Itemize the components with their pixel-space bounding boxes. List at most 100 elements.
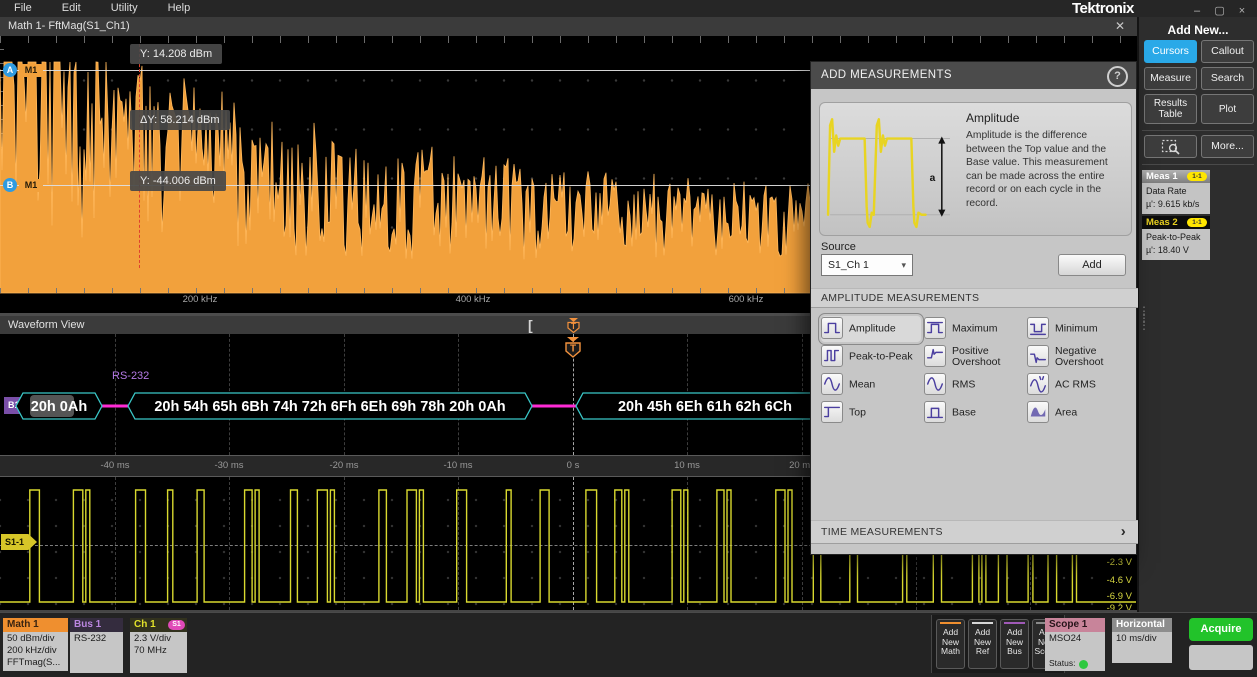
add-new-ref-button[interactable]: AddNewRef: [968, 619, 997, 669]
scope1-badge[interactable]: Scope 1 MSO24 Status:: [1045, 618, 1105, 671]
cursor-a-badge[interactable]: A: [3, 63, 17, 77]
time-tick-label: 0 s: [567, 460, 580, 471]
measurement-peak-to-peak[interactable]: Peak-to-Peak: [821, 344, 921, 370]
bus1-type: RS-232: [74, 633, 123, 645]
measurement-ac-rms[interactable]: AC RMS: [1027, 372, 1127, 398]
measurement-amplitude[interactable]: Amplitude: [821, 316, 921, 342]
ch1-scale: 2.3 V/div: [134, 633, 187, 645]
time-tick-label: -20 ms: [329, 460, 358, 471]
menu-file[interactable]: File: [14, 0, 32, 17]
sidebar-button-plot[interactable]: Plot: [1201, 94, 1254, 124]
sine-icon: [821, 373, 843, 395]
measurement-label: AC RMS: [1055, 380, 1096, 391]
meas2-type: Peak-to-Peak: [1146, 231, 1210, 244]
meas1-type: Data Rate: [1146, 185, 1210, 198]
area-icon: [1027, 401, 1049, 423]
measurement-label: Negative Overshoot: [1055, 346, 1127, 368]
dialog-title[interactable]: ADD MEASUREMENTS: [811, 62, 1136, 89]
ch1-badge[interactable]: Ch 1 S1 2.3 V/div 70 MHz: [130, 618, 187, 673]
measurement-maximum[interactable]: Maximum: [924, 316, 1024, 342]
zoom-bracket-left: [: [528, 316, 533, 334]
math1-badge[interactable]: Math 1 50 dBm/div 200 kHz/div FFTmag(S..…: [3, 618, 68, 671]
panel-drag-handle[interactable]: ⋮⋮⋮: [1138, 308, 1150, 329]
bus-packet-1: 20h 0Ah: [31, 399, 87, 415]
meas2-source-pill: 1-1: [1187, 218, 1207, 227]
acquire-button[interactable]: Acquire: [1189, 618, 1253, 641]
voltage-label: -4.6 V: [1107, 575, 1132, 586]
measurement-label: Mean: [849, 380, 875, 391]
time-section-header[interactable]: TIME MEASUREMENTS ›: [811, 520, 1138, 544]
measurement-positive-overshoot[interactable]: Positive Overshoot: [924, 344, 1024, 370]
ch1-source-pill: S1: [168, 620, 185, 630]
meas2-badge[interactable]: Meas 2 1-1 Peak-to-Peak µ': 18.40 V: [1142, 216, 1210, 260]
measurement-label: Base: [952, 408, 976, 419]
add-measurements-dialog: ADD MEASUREMENTS ? a Amplitude Amplitude…: [810, 61, 1137, 555]
help-icon[interactable]: ?: [1107, 66, 1128, 87]
math-view-title: Math 1- FftMag(S1_Ch1): [8, 17, 1137, 36]
measurement-negative-overshoot[interactable]: Negative Overshoot: [1027, 344, 1127, 370]
scope1-name: Scope 1: [1045, 618, 1105, 632]
freq-tick-label: 400 kHz: [456, 294, 491, 305]
trigger-position-icon[interactable]: T: [565, 317, 582, 334]
horizontal-badge[interactable]: Horizontal 10 ms/div: [1112, 618, 1172, 663]
max-icon: [924, 317, 946, 339]
add-button[interactable]: Add: [1058, 254, 1126, 276]
add-new-bus-button[interactable]: AddNewBus: [1000, 619, 1029, 669]
sidebar-button-callout[interactable]: Callout: [1201, 40, 1254, 63]
bus-packet-2: 20h 54h 65h 6Bh 74h 72h 6Fh 6Eh 69h 78h …: [154, 399, 505, 415]
measurement-top[interactable]: Top: [821, 400, 921, 426]
math1-span: 200 kHz/div: [7, 645, 68, 657]
scope1-model: MSO24: [1049, 633, 1105, 645]
meas1-name: Meas 1: [1146, 171, 1178, 182]
meas1-badge[interactable]: Meas 1 1-1 Data Rate µ': 9.615 kb/s: [1142, 170, 1210, 214]
measurement-mean[interactable]: Mean: [821, 372, 921, 398]
amplitude-preview-waveform: a: [824, 105, 954, 231]
measurement-minimum[interactable]: Minimum: [1027, 316, 1127, 342]
top-icon: [821, 401, 843, 423]
measurement-area[interactable]: Area: [1027, 400, 1127, 426]
sidebar-button-results-table[interactable]: Results Table: [1144, 94, 1197, 124]
math1-name: Math 1: [3, 618, 68, 632]
bus1-name: Bus 1: [70, 618, 123, 632]
time-tick-label: -10 ms: [443, 460, 472, 471]
measurement-preview-card: a Amplitude Amplitude is the difference …: [819, 102, 1132, 236]
meas2-name: Meas 2: [1146, 217, 1178, 228]
menu-help[interactable]: Help: [168, 0, 191, 17]
measurement-base[interactable]: Base: [924, 400, 1024, 426]
measurement-label: Maximum: [952, 324, 998, 335]
menu-edit[interactable]: Edit: [62, 0, 81, 17]
trigger-marker-icon[interactable]: T: [562, 336, 584, 362]
amplitude-annotation: a: [930, 173, 936, 184]
measurement-label: Peak-to-Peak: [849, 352, 913, 363]
sidebar-button-measure[interactable]: Measure: [1144, 67, 1197, 90]
add-new-math-button[interactable]: AddNewMath: [936, 619, 965, 669]
time-tick-label: -30 ms: [214, 460, 243, 471]
source-dropdown[interactable]: S1_Ch 1 ▾: [821, 254, 913, 276]
math-view-close-icon[interactable]: ✕: [1115, 17, 1125, 36]
povr-icon: [924, 345, 946, 367]
cursor-a-source-tag: M1: [19, 64, 43, 77]
cursor-b-badge[interactable]: B: [3, 178, 17, 192]
measurement-rms[interactable]: RMS: [924, 372, 1024, 398]
p2p-icon: [821, 345, 843, 367]
right-sidebar: Add New... Cursors Callout Measure Searc…: [1137, 17, 1257, 612]
bus1-badge[interactable]: Bus 1 RS-232: [70, 618, 123, 673]
meas1-source-pill: 1-1: [1187, 172, 1207, 181]
menu-utility[interactable]: Utility: [111, 0, 138, 17]
measurement-label: RMS: [952, 380, 975, 391]
bus-packet-3: 20h 45h 6Eh 61h 62h 6Ch: [618, 399, 792, 415]
cursor-delta-readout: ΔY: 58.214 dBm: [130, 110, 230, 130]
sidebar-separator: [1142, 164, 1254, 165]
source-label: Source: [821, 241, 856, 253]
sidebar-button-cursors[interactable]: Cursors: [1144, 40, 1197, 63]
meas1-value: µ': 9.615 kb/s: [1146, 198, 1210, 211]
sidebar-button-zoom-select[interactable]: [1144, 135, 1197, 158]
sidebar-button-search[interactable]: Search: [1201, 67, 1254, 90]
menu-bar: File Edit Utility Help: [0, 0, 1257, 18]
amplitude-section-header: AMPLITUDE MEASUREMENTS: [811, 288, 1138, 308]
base-icon: [924, 401, 946, 423]
measurement-label: Minimum: [1055, 324, 1098, 335]
sidebar-button-more[interactable]: More...: [1201, 135, 1254, 158]
chevron-down-icon: ▾: [901, 255, 906, 275]
vertical-cursor-line[interactable]: [139, 44, 140, 268]
